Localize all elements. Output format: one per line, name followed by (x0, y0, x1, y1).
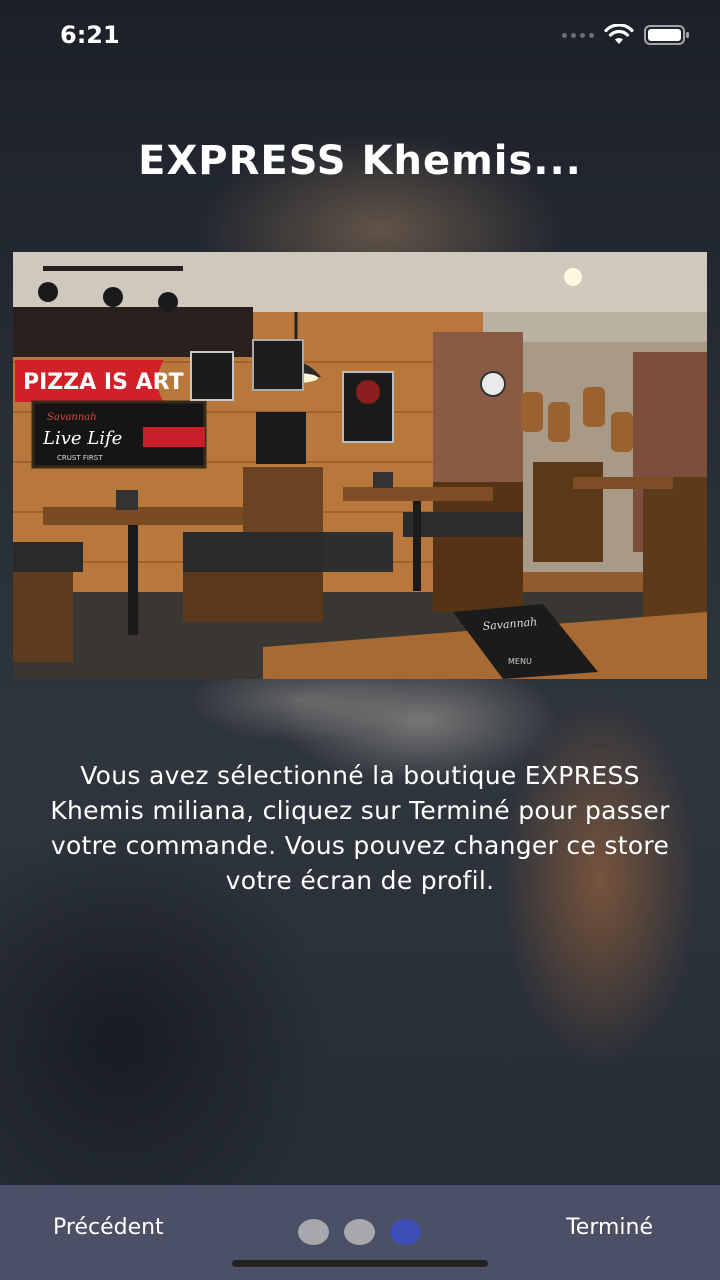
status-time: 6:21 (60, 21, 120, 49)
home-indicator[interactable] (232, 1260, 488, 1267)
previous-button[interactable]: Précédent (53, 1215, 164, 1240)
done-button[interactable]: Terminé (566, 1215, 653, 1240)
sign-live-life: Live Life (42, 428, 122, 449)
store-photo: PIZZA IS ART Live Life Savannah CRUST FI… (13, 252, 707, 679)
page-dot-1[interactable] (298, 1219, 329, 1245)
page-dot-3-active[interactable] (390, 1219, 421, 1245)
status-icons (562, 24, 690, 46)
signal-dots-icon (562, 32, 594, 38)
page-title: EXPRESS Khemis... (138, 138, 582, 184)
sign-pizza-is-art: PIZZA IS ART (23, 370, 184, 395)
sign-crust-first: CRUST FIRST (57, 454, 103, 462)
sign-brand: Savannah (47, 412, 97, 423)
battery-icon (644, 24, 690, 46)
wifi-icon (604, 24, 634, 46)
status-bar: 6:21 (0, 0, 720, 70)
store-selection-message: Vous avez sélectionné la boutique EXPRES… (50, 761, 670, 895)
page-indicator (298, 1219, 421, 1245)
menu-label-text: MENU (508, 657, 532, 666)
onboarding-footer: Précédent Terminé (0, 1185, 720, 1280)
page-dot-2[interactable] (344, 1219, 375, 1245)
